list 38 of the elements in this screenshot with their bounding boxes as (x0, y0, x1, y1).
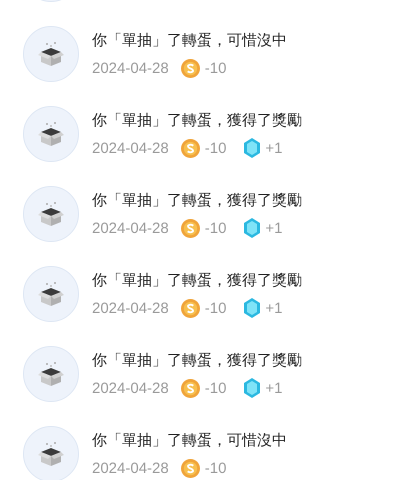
gift-box-icon (38, 201, 64, 227)
coin-icon (180, 458, 200, 478)
gift-box-icon (38, 281, 64, 307)
record-date: 2024-04-28 (92, 220, 169, 236)
coin-amount: -10 (204, 140, 226, 156)
gem-icon (244, 138, 260, 158)
record-title: 你「單抽」了轉蛋，可惜沒中 (92, 431, 287, 449)
coin-amount: -10 (204, 460, 226, 476)
gem-amount: +1 (265, 380, 283, 396)
record-date: 2024-04-28 (92, 140, 169, 156)
gift-box-icon (38, 121, 64, 147)
record-date: 2024-04-28 (92, 380, 169, 396)
coin-icon (180, 138, 200, 158)
record-title: 你「單抽」了轉蛋，獲得了獎勵 (92, 111, 302, 129)
coin-icon (180, 298, 200, 318)
coin-amount: -10 (204, 300, 226, 316)
record-title: 你「單抽」了轉蛋，獲得了獎勵 (92, 191, 302, 209)
coin-icon (180, 218, 200, 238)
coin-amount: -10 (204, 220, 226, 236)
gem-icon (244, 378, 260, 398)
gift-box-icon (38, 441, 64, 467)
coin-amount: -10 (204, 380, 226, 396)
gem-icon (244, 298, 260, 318)
record-date: 2024-04-28 (92, 300, 169, 316)
gem-amount: +1 (265, 140, 283, 156)
gem-amount: +1 (265, 220, 283, 236)
coin-amount: -10 (204, 60, 226, 76)
gift-box-icon (38, 361, 64, 387)
coin-icon (180, 378, 200, 398)
record-title: 你「單抽」了轉蛋，獲得了獎勵 (92, 271, 302, 289)
record-title: 你「單抽」了轉蛋，可惜沒中 (92, 31, 287, 49)
gem-amount: +1 (265, 300, 283, 316)
record-date: 2024-04-28 (92, 60, 169, 76)
record-title: 你「單抽」了轉蛋，獲得了獎勵 (92, 351, 302, 369)
gem-icon (244, 218, 260, 238)
gift-box-icon (38, 41, 64, 67)
record-date: 2024-04-28 (92, 460, 169, 476)
coin-icon (180, 58, 200, 78)
